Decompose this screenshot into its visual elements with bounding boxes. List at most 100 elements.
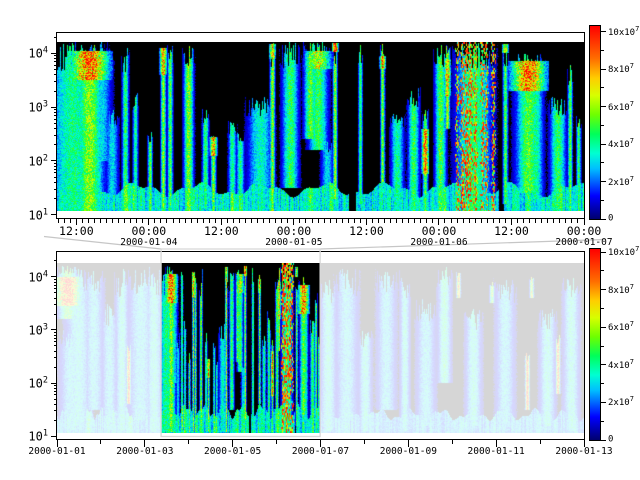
top-yaxis-minor-tick	[54, 65, 57, 66]
overview-xaxis-minor-tick	[188, 440, 189, 444]
overview-yaxis-label: 101	[28, 430, 48, 443]
top-xaxis-minor-tick	[390, 219, 391, 223]
top-yaxis-minor-tick	[54, 189, 57, 190]
overview-colorbar-tick	[601, 440, 606, 441]
top-xaxis-minor-tick	[88, 219, 89, 223]
top-xaxis-minor-tick	[324, 219, 325, 223]
overview-yaxis-label: 102	[28, 377, 48, 390]
top-xaxis-minor-tick	[305, 219, 306, 223]
overview-xaxis-date-label: 2000-01-03	[116, 447, 173, 457]
top-xaxis-minor-tick	[348, 219, 349, 223]
top-yaxis-minor-tick	[54, 177, 57, 178]
overview-yaxis-minor-tick	[54, 341, 57, 342]
overview-yaxis-minor-tick	[54, 399, 57, 400]
overview-colorbar-tick	[601, 327, 606, 328]
top-xaxis-time-label: 12:00	[59, 226, 94, 238]
overview-yaxis-tick	[51, 329, 57, 330]
overview-yaxis-minor-tick	[54, 404, 57, 405]
overview-xaxis-date-label: 2000-01-11	[468, 447, 525, 457]
top-xaxis-minor-tick	[160, 219, 161, 223]
top-yaxis-label: 102	[28, 154, 48, 167]
top-xaxis-time-label: 12:00	[494, 226, 529, 238]
top-yaxis-minor-tick	[54, 169, 57, 170]
top-xaxis-minor-tick	[360, 219, 361, 223]
top-xaxis-minor-tick	[281, 219, 282, 223]
top-yaxis-minor-tick	[54, 37, 57, 38]
top-xaxis-minor-tick	[112, 219, 113, 223]
top-colorbar-minor-tick	[601, 50, 604, 51]
top-xaxis-minor-tick	[94, 219, 95, 223]
top-colorbar-tick	[601, 144, 606, 145]
overview-yaxis-label: 104	[28, 270, 48, 283]
top-xaxis-minor-tick	[106, 219, 107, 223]
top-colorbar-minor-tick	[601, 162, 604, 163]
top-xaxis-date-label: 2000-01-06	[410, 238, 467, 248]
top-yaxis-minor-tick	[54, 74, 57, 75]
top-yaxis-label: 101	[28, 208, 48, 221]
top-xaxis-minor-tick	[402, 219, 403, 223]
top-xaxis-minor-tick	[378, 219, 379, 223]
top-yaxis-tick	[51, 214, 57, 215]
overview-yaxis-minor-tick	[54, 420, 57, 421]
top-xaxis-minor-tick	[487, 219, 488, 223]
overview-xaxis-date-label: 2000-01-09	[380, 447, 437, 457]
top-xaxis-minor-tick	[251, 219, 252, 223]
top-xaxis-time-label: 00:00	[567, 226, 602, 238]
overview-xaxis-date-label: 2000-01-07	[292, 447, 349, 457]
overview-yaxis-minor-tick	[54, 282, 57, 283]
overview-colorbar	[589, 248, 601, 441]
top-yaxis-tick	[51, 160, 57, 161]
top-xaxis-minor-tick	[517, 219, 518, 223]
overview-colorbar-tick	[601, 289, 606, 290]
top-yaxis-minor-tick	[54, 81, 57, 82]
overview-yaxis-minor-tick	[54, 298, 57, 299]
overview-xaxis-minor-tick	[540, 440, 541, 444]
top-xaxis-minor-tick	[215, 219, 216, 223]
top-xaxis-minor-tick	[475, 219, 476, 223]
top-xaxis-minor-tick	[239, 219, 240, 223]
overview-colorbar-minor-tick	[601, 270, 604, 271]
top-xaxis-minor-tick	[499, 219, 500, 223]
top-yaxis-minor-tick	[54, 166, 57, 167]
overview-yaxis-minor-tick	[54, 367, 57, 368]
top-xaxis-minor-tick	[529, 219, 530, 223]
overview-yaxis-minor-tick	[54, 345, 57, 346]
top-colorbar-tick	[601, 106, 606, 107]
overview-yaxis-minor-tick	[54, 391, 57, 392]
top-xaxis-minor-tick	[493, 219, 494, 223]
top-xaxis-minor-tick	[414, 219, 415, 223]
top-yaxis-minor-tick	[54, 163, 57, 164]
top-xaxis-minor-tick	[118, 219, 119, 223]
top-xaxis-minor-tick	[505, 219, 506, 223]
overview-yaxis-minor-tick	[54, 285, 57, 286]
top-yaxis-minor-tick	[54, 144, 57, 145]
overview-yaxis-minor-tick	[54, 279, 57, 280]
top-xaxis-minor-tick	[451, 219, 452, 223]
top-yaxis-minor-tick	[54, 115, 57, 116]
overview-yaxis-minor-tick	[54, 314, 57, 315]
spectrogram-viewer-window: 02x1074x1076x1078x10710x10702x1074x1076x…	[0, 0, 640, 480]
top-yaxis-minor-tick	[54, 109, 57, 110]
overview-yaxis-minor-tick	[54, 338, 57, 339]
overview-yaxis-minor-tick	[54, 410, 57, 411]
top-xaxis-minor-tick	[426, 219, 427, 223]
top-colorbar-minor-tick	[601, 125, 604, 126]
top-yaxis-minor-tick	[54, 58, 57, 59]
top-xaxis-minor-tick	[547, 219, 548, 223]
top-xaxis-minor-tick	[179, 219, 180, 223]
top-xaxis-minor-tick	[203, 219, 204, 223]
top-xaxis-minor-tick	[142, 219, 143, 223]
overview-yaxis-minor-tick	[54, 385, 57, 386]
top-xaxis-minor-tick	[197, 219, 198, 223]
top-xaxis-minor-tick	[559, 219, 560, 223]
overview-yaxis-minor-tick	[54, 394, 57, 395]
top-colorbar-label: 10x107	[608, 26, 639, 38]
overview-xaxis-minor-tick	[452, 440, 453, 444]
top-xaxis-minor-tick	[100, 219, 101, 223]
overview-xaxis-minor-tick	[364, 440, 365, 444]
top-xaxis-minor-tick	[130, 219, 131, 223]
overview-colorbar-tick	[601, 402, 606, 403]
overview-yaxis-tick	[51, 383, 57, 384]
overview-yaxis-tick	[51, 436, 57, 437]
overview-yaxis-minor-tick	[54, 388, 57, 389]
